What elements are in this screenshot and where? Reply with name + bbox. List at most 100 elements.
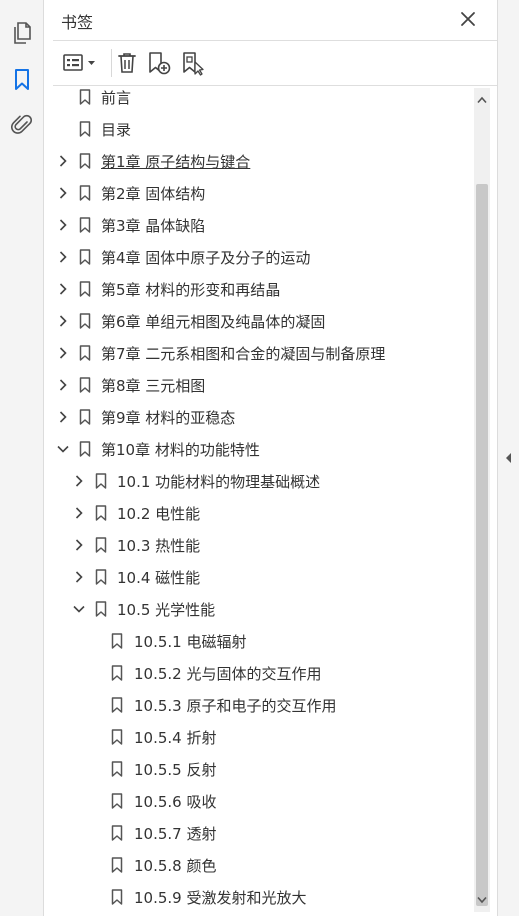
bookmark-label[interactable]: 第4章 固体中原子及分子的运动 [101,247,310,268]
bookmark-icon [95,601,107,617]
bookmark-row[interactable]: 10.5.3 原子和电子的交互作用 [45,689,475,721]
bookmark-label[interactable]: 10.4 磁性能 [117,567,200,588]
toolbar-separator [111,49,112,77]
bookmarks-panel: 书签 前言 目录 第1章 原子结构与键合 第2章 固体结构 第3章 晶体缺陷 第… [45,0,497,916]
chevron-right-icon[interactable] [72,538,86,552]
bookmark-label[interactable]: 第5章 材料的形变和再结晶 [101,279,280,300]
bookmark-label[interactable]: 第10章 材料的功能特性 [101,439,260,460]
bookmark-row[interactable]: 10.1 功能材料的物理基础概述 [45,465,475,497]
bookmark-label[interactable]: 10.5.8 颜色 [134,855,216,876]
bookmark-row[interactable]: 第2章 固体结构 [45,177,475,209]
bookmark-label[interactable]: 10.5.1 电磁辐射 [134,631,246,652]
bookmark-label[interactable]: 10.5.2 光与固体的交互作用 [134,663,321,684]
bookmark-row[interactable]: 10.3 热性能 [45,529,475,561]
bookmark-row[interactable]: 10.5.1 电磁辐射 [45,625,475,657]
bookmark-label[interactable]: 10.3 热性能 [117,535,200,556]
panel-header: 书签 [45,0,497,40]
bookmark-row[interactable]: 第8章 三元相图 [45,369,475,401]
vertical-scrollbar[interactable] [474,88,490,912]
left-tool-rail [0,0,44,916]
scrollbar-thumb[interactable] [476,184,488,906]
bookmark-icon [111,697,123,713]
bookmark-row[interactable]: 10.5.5 反射 [45,753,475,785]
bookmark-label[interactable]: 10.2 电性能 [117,503,200,524]
chevron-right-icon[interactable] [56,250,70,264]
bookmark-row[interactable]: 前言 [45,85,475,113]
delete-bookmark-button[interactable] [113,49,141,77]
bookmark-row[interactable]: 第4章 固体中原子及分子的运动 [45,241,475,273]
bookmark-label[interactable]: 10.1 功能材料的物理基础概述 [117,471,320,492]
chevron-right-icon[interactable] [72,474,86,488]
right-collapse-rail [497,0,519,916]
bookmark-from-selection-button[interactable] [179,49,207,77]
options-menu-button[interactable] [61,49,101,77]
chevron-right-icon[interactable] [56,410,70,424]
triangle-left-icon [506,453,511,463]
bookmark-label[interactable]: 10.5.7 透射 [134,823,216,844]
chevron-right-icon[interactable] [56,154,70,168]
bookmark-icon [79,377,91,393]
chevron-right-icon[interactable] [56,282,70,296]
bookmark-icon [79,345,91,361]
bookmark-row[interactable]: 第5章 材料的形变和再结晶 [45,273,475,305]
bookmark-row[interactable]: 第10章 材料的功能特性 [45,433,475,465]
bookmark-label[interactable]: 第8章 三元相图 [101,375,205,396]
bookmark-label[interactable]: 10.5.3 原子和电子的交互作用 [134,695,336,716]
bookmark-icon [111,857,123,873]
chevron-right-icon[interactable] [56,378,70,392]
bookmark-row[interactable]: 10.5.9 受激发射和光放大 [45,881,475,913]
bookmark-label[interactable]: 10.5 光学性能 [117,599,215,620]
close-icon [461,12,475,26]
bookmark-icon [79,217,91,233]
scroll-down-arrow[interactable] [476,894,488,906]
pages-icon[interactable] [8,19,36,47]
bookmark-icon [95,505,107,521]
bookmark-label[interactable]: 第9章 材料的亚稳态 [101,407,235,428]
bookmark-row[interactable]: 10.5.8 颜色 [45,849,475,881]
bookmark-row[interactable]: 第7章 二元系相图和合金的凝固与制备原理 [45,337,475,369]
bookmark-row[interactable]: 10.5.6 吸收 [45,785,475,817]
bookmark-row[interactable]: 10.5.4 折射 [45,721,475,753]
chevron-right-icon[interactable] [72,570,86,584]
bookmark-label[interactable]: 第1章 原子结构与键合 [101,151,250,172]
bookmark-row[interactable]: 第6章 单组元相图及纯晶体的凝固 [45,305,475,337]
bookmark-row[interactable]: 10.5 光学性能 [45,593,475,625]
bookmark-row[interactable]: 10.2 电性能 [45,497,475,529]
bookmark-label[interactable]: 10.5.5 反射 [134,759,216,780]
bookmark-label[interactable]: 第3章 晶体缺陷 [101,215,205,236]
close-button[interactable] [455,6,481,32]
bookmark-row[interactable]: 10.4 磁性能 [45,561,475,593]
bookmark-label[interactable]: 第7章 二元系相图和合金的凝固与制备原理 [101,343,385,364]
bookmark-label[interactable]: 10.5.9 受激发射和光放大 [134,887,306,908]
bookmark-label[interactable]: 第2章 固体结构 [101,183,205,204]
bookmark-icon [111,665,123,681]
bookmark-label[interactable]: 10.5.4 折射 [134,727,216,748]
chevron-down-icon[interactable] [72,602,86,616]
chevron-right-icon[interactable] [56,218,70,232]
bookmark-label[interactable]: 目录 [101,119,131,140]
bookmark-icon [111,729,123,745]
bookmark-icon [79,441,91,457]
chevron-right-icon[interactable] [72,506,86,520]
chevron-down-icon[interactable] [56,442,70,456]
bookmark-row[interactable]: 10.5.7 透射 [45,817,475,849]
bookmark-label[interactable]: 前言 [101,87,131,108]
bookmark-icon[interactable] [8,66,36,94]
bookmark-label[interactable]: 第6章 单组元相图及纯晶体的凝固 [101,311,325,332]
bookmark-icon [79,121,91,137]
bookmark-tree: 前言目录第1章 原子结构与键合 第2章 固体结构 第3章 晶体缺陷第4章 固体中原子… [45,85,475,916]
new-bookmark-button[interactable] [145,49,173,77]
bookmark-label[interactable]: 10.5.6 吸收 [134,791,216,812]
chevron-right-icon[interactable] [56,186,70,200]
bookmark-icon [111,793,123,809]
collapse-panel-button[interactable] [503,450,513,464]
bookmark-row[interactable]: 第1章 原子结构与键合 [45,145,475,177]
bookmark-row[interactable]: 目录 [45,113,475,145]
scroll-up-arrow[interactable] [476,94,488,106]
chevron-right-icon[interactable] [56,346,70,360]
bookmark-row[interactable]: 第3章 晶体缺陷 [45,209,475,241]
bookmark-row[interactable]: 第9章 材料的亚稳态 [45,401,475,433]
chevron-right-icon[interactable] [56,314,70,328]
attachment-icon[interactable] [8,111,36,139]
bookmark-row[interactable]: 10.5.2 光与固体的交互作用 [45,657,475,689]
